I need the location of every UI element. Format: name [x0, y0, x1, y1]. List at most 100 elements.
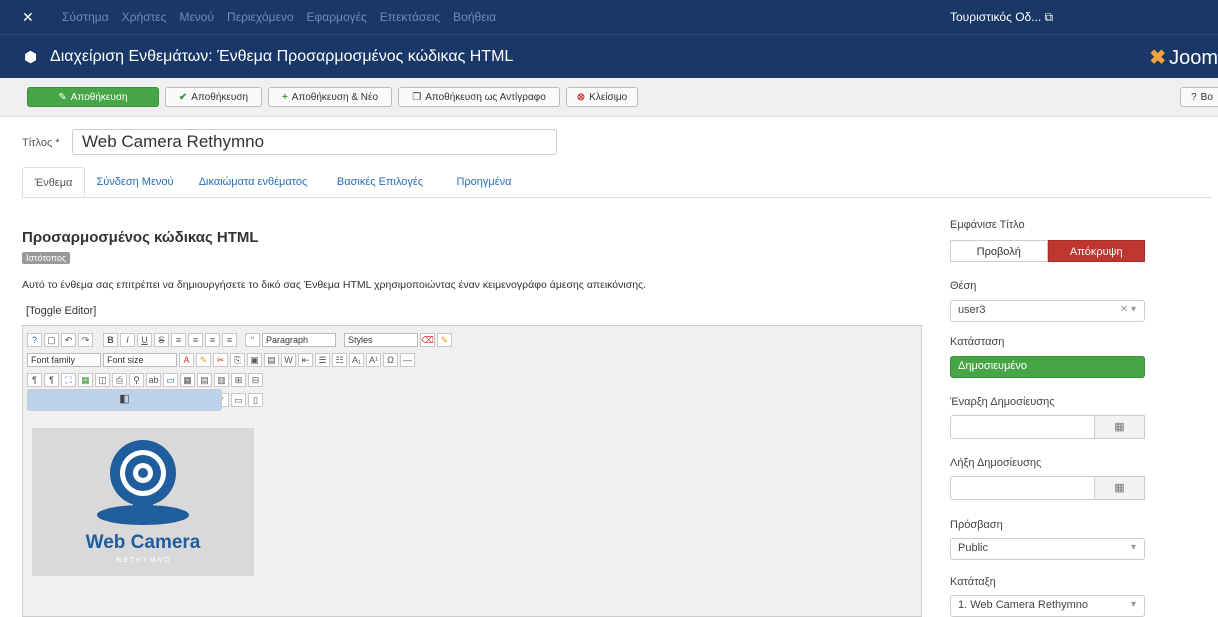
- superscript-icon[interactable]: A¹: [366, 353, 381, 367]
- insert-row-icon[interactable]: ⊞: [231, 373, 246, 387]
- joomla-logo-icon[interactable]: ✕: [22, 9, 34, 26]
- menu-content[interactable]: Περιεχόμενο: [227, 10, 293, 24]
- save-copy-label: Αποθήκευση ως Αντίγραφο: [425, 91, 546, 103]
- image-icon[interactable]: ▦: [78, 373, 93, 387]
- site-link[interactable]: Τουριστικός Οδ... ⧉: [950, 10, 1204, 25]
- publish-up-label: Έναρξη Δημοσίευσης: [950, 396, 1055, 408]
- tab-menu-assignment[interactable]: Σύνδεση Μενού: [90, 167, 180, 197]
- ltr-icon[interactable]: ¶: [27, 373, 42, 387]
- menu-system[interactable]: Σύστημα: [62, 10, 109, 24]
- date-icon[interactable]: ◫: [95, 373, 110, 387]
- paste-icon[interactable]: ▣: [247, 353, 262, 367]
- table-icon[interactable]: ▦: [180, 373, 195, 387]
- joomla-mark-icon: ✖: [1149, 47, 1167, 69]
- show-title-hide[interactable]: Απόκρυψη: [1047, 240, 1145, 262]
- cut-icon[interactable]: ✂: [213, 353, 228, 367]
- paste-text-icon[interactable]: ▤: [264, 353, 279, 367]
- tab-permissions[interactable]: Δικαιώματα ενθέματος: [188, 167, 318, 197]
- styles-select[interactable]: Styles: [344, 333, 418, 347]
- save-close-button[interactable]: ✔ Αποθήκευση: [165, 87, 262, 107]
- action-toolbar: ✎ Αποθήκευση ✔ Αποθήκευση + Αποθήκευση & Νέ…: [0, 78, 1218, 117]
- ordering-value: 1. Web Camera Rethymno: [958, 599, 1089, 611]
- calendar-icon[interactable]: ▦: [1095, 415, 1145, 439]
- align-right-icon[interactable]: ≡: [205, 333, 220, 347]
- status-value: Δημοσιευμένο: [958, 360, 1027, 372]
- save-new-button[interactable]: + Αποθήκευση & Νέο: [268, 87, 392, 107]
- module-description: Αυτό το ένθεμα σας επιτρέπει να δημιουργ…: [22, 279, 647, 291]
- show-title-show[interactable]: Προβολή: [950, 240, 1048, 262]
- title-input[interactable]: [72, 129, 557, 155]
- delete-row-icon[interactable]: ⊟: [248, 373, 263, 387]
- redo-icon[interactable]: ↷: [78, 333, 93, 347]
- publish-up-input[interactable]: [950, 415, 1095, 439]
- paste-word-icon[interactable]: W: [281, 353, 296, 367]
- new-document-icon[interactable]: ▢: [44, 333, 59, 347]
- rtl-icon[interactable]: ¶: [44, 373, 59, 387]
- menu-components[interactable]: Εφαρμογές: [307, 10, 367, 24]
- menu-extensions[interactable]: Επεκτάσεις: [380, 10, 440, 24]
- align-justify-icon[interactable]: ≡: [222, 333, 237, 347]
- help-button[interactable]: ? Βο: [1180, 87, 1218, 107]
- save-button[interactable]: ✎ Αποθήκευση: [27, 87, 159, 107]
- save-as-copy-button[interactable]: ❐ Αποθήκευση ως Αντίγραφο: [398, 87, 560, 107]
- ordering-label: Κατάταξη: [950, 576, 996, 588]
- find-icon[interactable]: ⚲: [129, 373, 144, 387]
- eraser-icon[interactable]: ⌫: [420, 333, 435, 347]
- position-select[interactable]: user3 ✕ ▾: [950, 300, 1145, 322]
- tab-module[interactable]: Ένθεμα: [22, 167, 85, 197]
- publish-down-input[interactable]: [950, 476, 1095, 500]
- clear-chevron-icon[interactable]: ✕ ▾: [1120, 304, 1136, 315]
- bullet-list-icon[interactable]: ☰: [315, 353, 330, 367]
- align-left-icon[interactable]: ≡: [171, 333, 186, 347]
- fullscreen-icon[interactable]: ⛶: [61, 373, 76, 387]
- tab-basic-options[interactable]: Βασικές Επιλογές: [324, 167, 436, 197]
- outdent-icon[interactable]: ⇤: [298, 353, 313, 367]
- publish-up-field: ▦: [950, 415, 1145, 439]
- format-select[interactable]: Paragraph: [262, 333, 336, 347]
- brand-text: Joom: [1169, 47, 1218, 69]
- bold-icon[interactable]: B: [103, 333, 118, 347]
- access-select[interactable]: Public ▾: [950, 538, 1145, 560]
- replace-icon[interactable]: ab: [146, 373, 161, 387]
- align-center-icon[interactable]: ≡: [188, 333, 203, 347]
- row-props-icon[interactable]: ▤: [197, 373, 212, 387]
- menu-help[interactable]: Βοήθεια: [453, 10, 496, 24]
- preview-icon[interactable]: ▭: [231, 393, 246, 407]
- horizontal-rule-icon[interactable]: —: [400, 353, 415, 367]
- insert-layer-icon[interactable]: ▭: [163, 373, 178, 387]
- status-select[interactable]: Δημοσιευμένο: [950, 356, 1145, 378]
- help-icon[interactable]: ?: [27, 333, 42, 347]
- save-button-label: Αποθήκευση: [70, 91, 128, 103]
- subscript-icon[interactable]: A₁: [349, 353, 364, 367]
- undo-icon[interactable]: ↶: [61, 333, 76, 347]
- print-icon[interactable]: ⎙: [112, 373, 127, 387]
- strikethrough-icon[interactable]: S: [154, 333, 169, 347]
- blockquote-icon[interactable]: “: [245, 333, 260, 347]
- close-button[interactable]: ⊗ Κλείσιμο: [566, 87, 638, 107]
- numbered-list-icon[interactable]: ☷: [332, 353, 347, 367]
- ordering-select[interactable]: 1. Web Camera Rethymno ▾: [950, 595, 1145, 617]
- tab-advanced[interactable]: Προηγμένα: [444, 167, 524, 197]
- webcam-logo-image: Web Camera R E T H Y M N O: [86, 440, 201, 564]
- access-value: Public: [958, 542, 988, 554]
- copy-icon[interactable]: ⎘: [230, 353, 245, 367]
- italic-icon[interactable]: I: [120, 333, 135, 347]
- calendar-icon[interactable]: ▦: [1095, 476, 1145, 500]
- code-icon[interactable]: ◧: [27, 389, 222, 411]
- text-color-icon[interactable]: A: [179, 353, 194, 367]
- webcam-icon: [97, 440, 189, 525]
- menu-menus[interactable]: Μενού: [179, 10, 214, 24]
- menu-users[interactable]: Χρήστες: [122, 10, 167, 24]
- font-size-select[interactable]: Font size: [103, 353, 177, 367]
- underline-icon[interactable]: U: [137, 333, 152, 347]
- special-char-icon[interactable]: Ω: [383, 353, 398, 367]
- save-close-label: Αποθήκευση: [191, 91, 249, 103]
- nonbreaking-icon[interactable]: ▯: [248, 393, 263, 407]
- toggle-editor-link[interactable]: [Toggle Editor]: [26, 305, 96, 317]
- show-title-label: Εμφάνισε Τίτλο: [950, 219, 1025, 231]
- cleanup-icon[interactable]: ✎: [437, 333, 452, 347]
- page-title: Διαχείριση Ενθεμάτων: Ένθεμα Προσαρμοσμέ…: [50, 48, 514, 65]
- highlight-icon[interactable]: ✎: [196, 353, 211, 367]
- font-family-select[interactable]: Font family: [27, 353, 101, 367]
- cell-props-icon[interactable]: ▥: [214, 373, 229, 387]
